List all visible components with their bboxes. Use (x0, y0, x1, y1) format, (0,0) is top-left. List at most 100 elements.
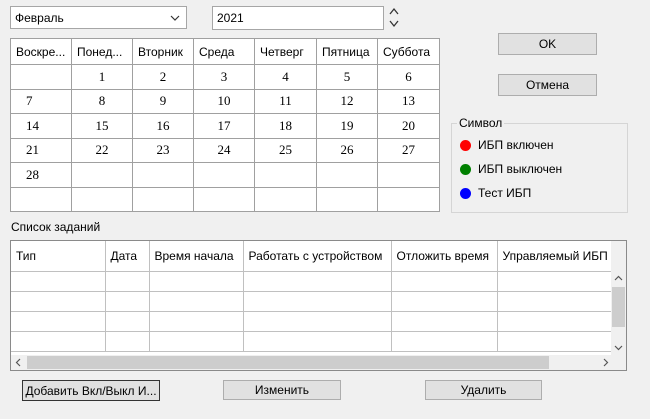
horizontal-scroll-thumb[interactable] (27, 356, 549, 369)
legend-label: ИБП выключен (478, 162, 563, 176)
delete-button[interactable]: Удалить (425, 380, 542, 400)
calendar-day[interactable]: 10 (193, 88, 255, 114)
year-value: 2021 (217, 11, 244, 25)
legend-label: ИБП включен (478, 138, 554, 152)
vertical-scroll-thumb[interactable] (612, 287, 625, 327)
calendar-day[interactable]: 21 (10, 137, 72, 163)
calendar-day[interactable]: 16 (132, 113, 194, 139)
symbol-group-title: Символ (457, 116, 505, 130)
calendar-day[interactable]: 15 (71, 113, 133, 139)
calendar-header-row: Воскре... Понед... Вторник Среда Четверг… (10, 38, 440, 65)
column-header-device[interactable]: Работать с устройством (243, 241, 392, 272)
calendar-day[interactable] (71, 186, 133, 212)
task-list[interactable]: Тип Дата Время начала Работать с устройс… (10, 240, 627, 371)
calendar-day[interactable] (377, 162, 440, 188)
calendar-day[interactable]: 11 (254, 88, 317, 114)
calendar-week: 7 8 9 10 11 12 13 (10, 88, 440, 114)
calendar-day[interactable]: 3 (193, 64, 255, 90)
calendar-day[interactable] (254, 186, 317, 212)
column-header-managed-ups[interactable]: Управляемый ИБП (497, 241, 614, 272)
calendar-day[interactable]: 4 (254, 64, 317, 90)
day-header: Воскре... (10, 38, 72, 65)
calendar-day[interactable]: 26 (316, 137, 378, 163)
table-row[interactable] (11, 271, 614, 292)
year-input[interactable]: 2021 (212, 6, 384, 30)
horizontal-scrollbar[interactable] (11, 355, 613, 370)
calendar-day[interactable] (254, 162, 317, 188)
column-header-type[interactable]: Тип (11, 241, 106, 272)
cancel-button[interactable]: Отмена (498, 74, 597, 96)
blue-dot-icon (460, 187, 471, 199)
calendar-day[interactable]: 23 (132, 137, 194, 163)
calendar-day[interactable]: 2 (132, 64, 194, 90)
calendar-day[interactable]: 22 (71, 137, 133, 163)
calendar-day[interactable] (316, 186, 378, 212)
calendar-day[interactable]: 24 (193, 137, 255, 163)
task-table: Тип Дата Время начала Работать с устройс… (11, 241, 614, 352)
day-header: Среда (193, 38, 255, 65)
calendar-day[interactable] (10, 64, 72, 90)
legend-item-ups-test: Тест ИБП (460, 186, 531, 200)
calendar-week: 14 15 16 17 18 19 20 (10, 113, 440, 139)
calendar-grid: Воскре... Понед... Вторник Среда Четверг… (10, 38, 440, 212)
calendar-day[interactable] (193, 162, 255, 188)
day-header: Суббота (377, 38, 440, 65)
day-header: Вторник (132, 38, 194, 65)
year-spinner[interactable] (388, 6, 400, 30)
vertical-scrollbar[interactable] (611, 241, 626, 356)
calendar-day[interactable] (71, 162, 133, 188)
legend-item-ups-on: ИБП включен (460, 138, 554, 152)
calendar-week (10, 186, 440, 212)
month-select[interactable]: Февраль (10, 6, 187, 29)
scroll-left-icon[interactable] (11, 355, 26, 370)
task-list-label: Список заданий (11, 220, 101, 234)
calendar-day[interactable]: 5 (316, 64, 378, 90)
calendar-day[interactable] (10, 186, 72, 212)
calendar-day[interactable]: 8 (71, 88, 133, 114)
chevron-down-icon (170, 12, 180, 26)
calendar-day[interactable]: 25 (254, 137, 317, 163)
calendar-day[interactable]: 17 (193, 113, 255, 139)
arrow-up-icon (389, 7, 399, 15)
calendar-day[interactable] (132, 162, 194, 188)
calendar-day[interactable]: 13 (377, 88, 440, 114)
column-header-delay[interactable]: Отложить время (391, 241, 498, 272)
scroll-up-icon[interactable] (611, 271, 626, 286)
calendar-day[interactable]: 19 (316, 113, 378, 139)
table-row[interactable] (11, 331, 614, 352)
calendar-day[interactable]: 27 (377, 137, 440, 163)
table-row[interactable] (11, 311, 614, 332)
column-header-date[interactable]: Дата (105, 241, 150, 272)
calendar-day[interactable] (377, 186, 440, 212)
day-header: Понед... (71, 38, 133, 65)
table-row[interactable] (11, 291, 614, 312)
calendar-day[interactable]: 20 (377, 113, 440, 139)
legend-label: Тест ИБП (478, 186, 532, 200)
legend-item-ups-off: ИБП выключен (460, 162, 562, 176)
ok-button[interactable]: OK (498, 33, 597, 55)
calendar-day[interactable]: 12 (316, 88, 378, 114)
scroll-down-icon[interactable] (611, 340, 626, 355)
calendar-day[interactable] (193, 186, 255, 212)
task-header-row: Тип Дата Время начала Работать с устройс… (11, 241, 614, 272)
calendar-day[interactable] (132, 186, 194, 212)
month-select-value: Февраль (15, 11, 64, 25)
day-header: Пятница (316, 38, 378, 65)
add-on-off-button[interactable]: Добавить Вкл/Выкл И... (22, 380, 160, 401)
scrollbar-corner (611, 355, 626, 370)
calendar-day[interactable]: 14 (10, 113, 72, 139)
calendar-week: 28 (10, 162, 440, 188)
calendar-day[interactable]: 7 (10, 88, 72, 114)
column-header-start-time[interactable]: Время начала (149, 241, 244, 272)
calendar-day[interactable]: 6 (377, 64, 440, 90)
calendar-day[interactable]: 28 (10, 162, 72, 188)
day-header: Четверг (254, 38, 317, 65)
calendar-day[interactable]: 1 (71, 64, 133, 90)
calendar-week: 1 2 3 4 5 6 (10, 64, 440, 90)
calendar-day[interactable]: 18 (254, 113, 317, 139)
edit-button[interactable]: Изменить (223, 380, 341, 400)
calendar-day[interactable] (316, 162, 378, 188)
calendar-day[interactable]: 9 (132, 88, 194, 114)
green-dot-icon (460, 163, 471, 175)
red-dot-icon (460, 139, 471, 151)
